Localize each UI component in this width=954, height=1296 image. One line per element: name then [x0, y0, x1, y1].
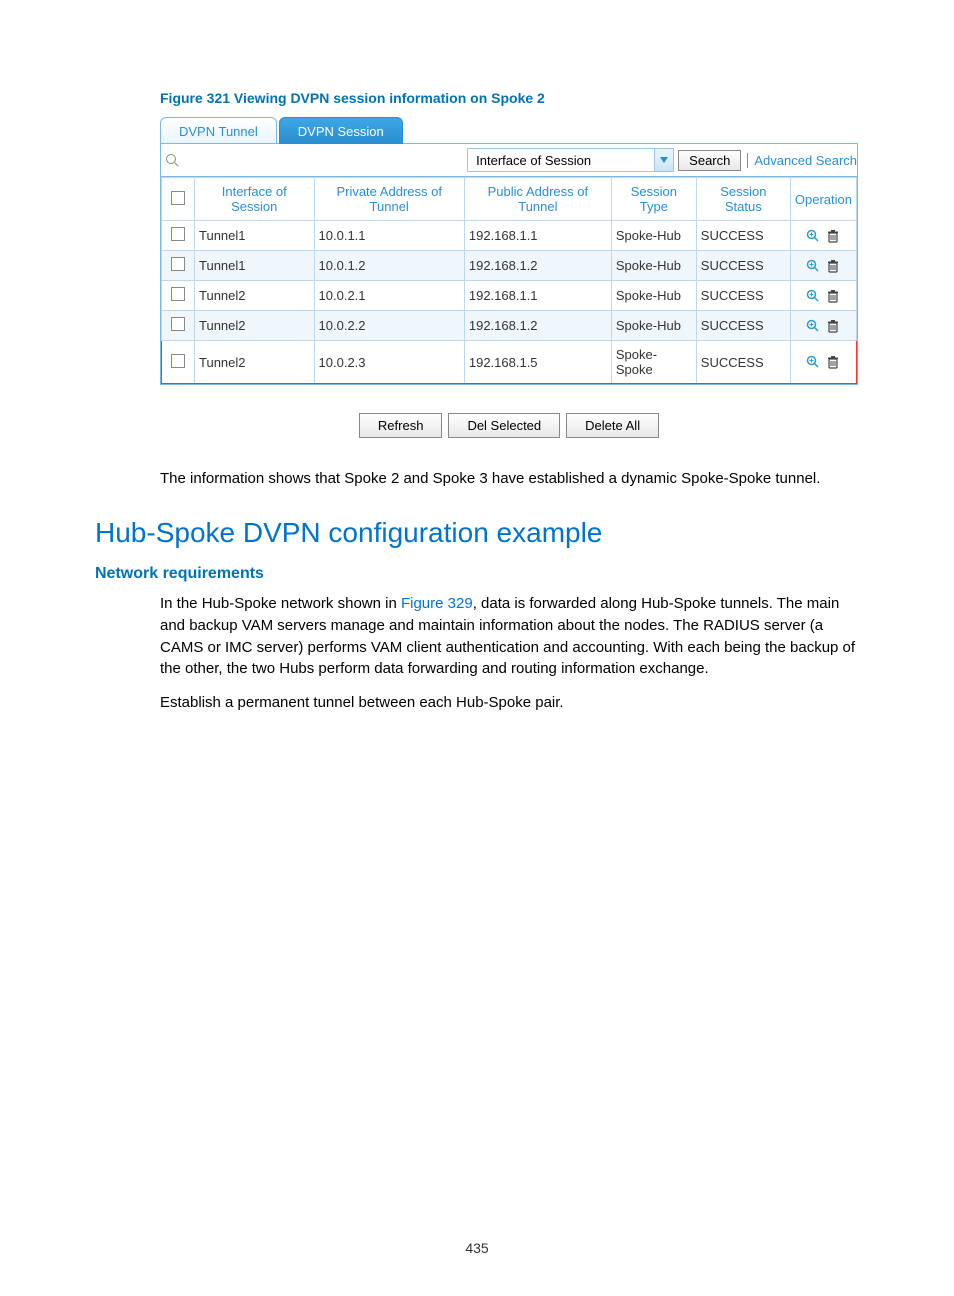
trash-icon[interactable] [826, 355, 840, 369]
col-public-addr: Public Address of Tunnel [464, 178, 611, 221]
para1-text-a: In the Hub-Spoke network shown in [160, 595, 401, 612]
session-table: Interface of Session Private Address of … [161, 177, 857, 384]
cell-operation [790, 311, 856, 341]
cell-public-addr: 192.168.1.5 [464, 341, 611, 384]
screenshot-panel: DVPN Tunnel DVPN Session Interface of Se… [160, 116, 858, 438]
page-number: 435 [0, 1240, 954, 1256]
zoom-icon[interactable] [806, 319, 820, 333]
table-row: Tunnel110.0.1.2192.168.1.2Spoke-HubSUCCE… [162, 251, 857, 281]
table-row: Tunnel110.0.1.1192.168.1.1Spoke-HubSUCCE… [162, 221, 857, 251]
table-row: Tunnel210.0.2.1192.168.1.1Spoke-HubSUCCE… [162, 281, 857, 311]
row-checkbox[interactable] [171, 354, 185, 368]
cell-operation [790, 221, 856, 251]
dropdown-selected: Interface of Session [468, 153, 654, 168]
figure-caption: Figure 321 Viewing DVPN session informat… [160, 90, 859, 106]
cell-session-status: SUCCESS [696, 341, 790, 384]
zoom-icon[interactable] [806, 289, 820, 303]
cell-public-addr: 192.168.1.1 [464, 221, 611, 251]
search-icon [165, 153, 179, 167]
cell-private-addr: 10.0.1.2 [314, 251, 464, 281]
table-row: Tunnel210.0.2.2192.168.1.2Spoke-HubSUCCE… [162, 311, 857, 341]
row-checkbox[interactable] [171, 317, 185, 331]
content-box: Interface of Session Search Advanced Sea… [160, 143, 858, 385]
row-checkbox[interactable] [171, 227, 185, 241]
trash-icon[interactable] [826, 289, 840, 303]
cell-private-addr: 10.0.2.1 [314, 281, 464, 311]
cell-public-addr: 192.168.1.2 [464, 251, 611, 281]
cell-public-addr: 192.168.1.2 [464, 311, 611, 341]
action-buttons: Refresh Del Selected Delete All [160, 413, 858, 438]
cell-session-type: Spoke-Hub [611, 251, 696, 281]
cell-session-type: Spoke-Hub [611, 311, 696, 341]
cell-operation [790, 281, 856, 311]
figure-329-link[interactable]: Figure 329 [401, 595, 473, 612]
cell-session-type: Spoke-Hub [611, 281, 696, 311]
delete-all-button[interactable]: Delete All [566, 413, 659, 438]
cell-interface: Tunnel2 [195, 341, 315, 384]
search-field-dropdown[interactable]: Interface of Session [467, 148, 674, 172]
tab-dvpn-session[interactable]: DVPN Session [279, 117, 403, 144]
col-session-status: Session Status [696, 178, 790, 221]
chevron-down-icon [654, 149, 673, 171]
trash-icon[interactable] [826, 229, 840, 243]
select-all-checkbox[interactable] [171, 191, 185, 205]
cell-session-status: SUCCESS [696, 251, 790, 281]
trash-icon[interactable] [826, 319, 840, 333]
cell-interface: Tunnel2 [195, 311, 315, 341]
tab-dvpn-tunnel[interactable]: DVPN Tunnel [160, 117, 277, 144]
cell-public-addr: 192.168.1.1 [464, 281, 611, 311]
zoom-icon[interactable] [806, 229, 820, 243]
del-selected-button[interactable]: Del Selected [448, 413, 560, 438]
table-row: Tunnel210.0.2.3192.168.1.5Spoke-SpokeSUC… [162, 341, 857, 384]
cell-session-status: SUCCESS [696, 281, 790, 311]
cell-interface: Tunnel2 [195, 281, 315, 311]
search-input[interactable] [183, 151, 467, 170]
cell-operation [790, 341, 856, 384]
refresh-button[interactable]: Refresh [359, 413, 443, 438]
search-button[interactable]: Search [678, 150, 741, 171]
caption-paragraph: The information shows that Spoke 2 and S… [160, 468, 859, 489]
col-operation: Operation [790, 178, 856, 221]
cell-interface: Tunnel1 [195, 221, 315, 251]
cell-session-type: Spoke-Hub [611, 221, 696, 251]
cell-interface: Tunnel1 [195, 251, 315, 281]
cell-session-type: Spoke-Spoke [611, 341, 696, 384]
zoom-icon[interactable] [806, 259, 820, 273]
subsection-heading: Network requirements [95, 565, 859, 583]
cell-session-status: SUCCESS [696, 221, 790, 251]
col-interface: Interface of Session [195, 178, 315, 221]
cell-private-addr: 10.0.1.1 [314, 221, 464, 251]
section-heading: Hub-Spoke DVPN configuration example [95, 517, 859, 549]
advanced-search-link[interactable]: Advanced Search [747, 153, 857, 168]
row-checkbox[interactable] [171, 287, 185, 301]
col-private-addr: Private Address of Tunnel [314, 178, 464, 221]
cell-private-addr: 10.0.2.3 [314, 341, 464, 384]
trash-icon[interactable] [826, 259, 840, 273]
search-row: Interface of Session Search Advanced Sea… [161, 144, 857, 177]
cell-private-addr: 10.0.2.2 [314, 311, 464, 341]
zoom-icon[interactable] [806, 355, 820, 369]
col-session-type: Session Type [611, 178, 696, 221]
cell-operation [790, 251, 856, 281]
paragraph-2: Establish a permanent tunnel between eac… [160, 692, 859, 714]
paragraph-1: In the Hub-Spoke network shown in Figure… [160, 593, 859, 680]
cell-session-status: SUCCESS [696, 311, 790, 341]
tab-bar: DVPN Tunnel DVPN Session [160, 116, 858, 143]
row-checkbox[interactable] [171, 257, 185, 271]
